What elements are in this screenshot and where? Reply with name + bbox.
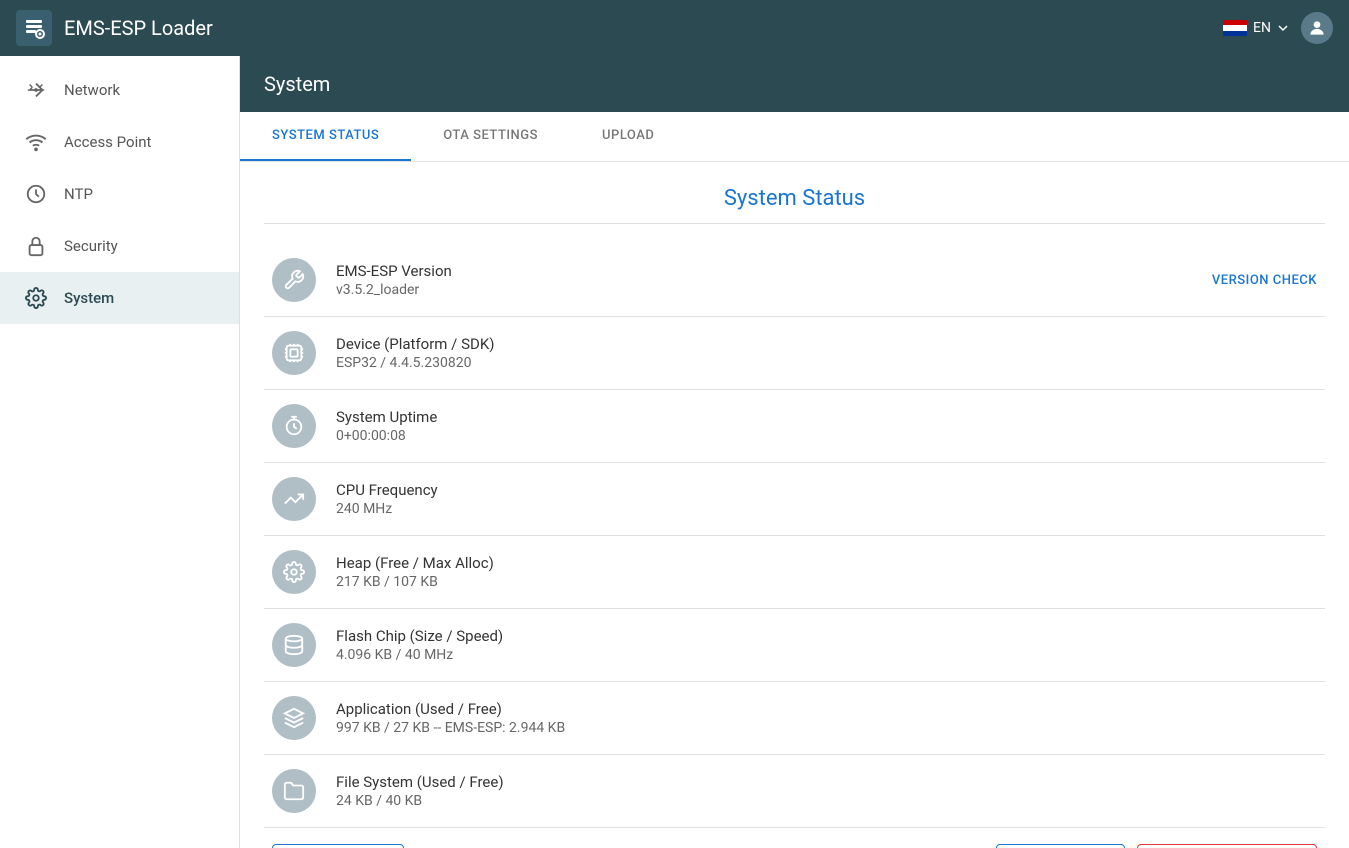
status-value-ems-esp-version: v3.5.2_loader [336, 282, 1192, 298]
footer-bar: REFRESH RESTART [264, 828, 1325, 848]
sidebar-item-access-point[interactable]: Access Point [0, 116, 239, 168]
status-info-ems-esp-version: EMS-ESP Version v3.5.2_loader [336, 262, 1192, 298]
lock-icon [24, 234, 48, 258]
gear-icon [24, 286, 48, 310]
sidebar: Network Access Point NTP [0, 56, 240, 848]
status-value-cpu-freq: 240 MHz [336, 501, 1317, 517]
sidebar-label-access-point: Access Point [64, 133, 151, 151]
tab-system-status[interactable]: SYSTEM STATUS [240, 112, 411, 161]
app-logo [16, 10, 52, 46]
status-item-ems-esp-version: EMS-ESP Version v3.5.2_loader VERSION CH… [264, 244, 1325, 317]
status-value-application: 997 KB / 27 KB -- EMS-ESP: 2.944 KB [336, 720, 1317, 736]
storage-icon [272, 623, 316, 667]
status-label-uptime: System Uptime [336, 408, 1317, 426]
status-info-heap: Heap (Free / Max Alloc) 217 KB / 107 KB [336, 554, 1317, 590]
header-left: EMS-ESP Loader [16, 10, 213, 46]
wifi-icon [24, 130, 48, 154]
chevron-down-icon [1277, 22, 1289, 34]
main-content: System SYSTEM STATUS OTA SETTINGS UPLOAD… [240, 56, 1349, 848]
app-title: EMS-ESP Loader [64, 16, 213, 40]
status-info-uptime: System Uptime 0+00:00:08 [336, 408, 1317, 444]
status-info-device: Device (Platform / SDK) ESP32 / 4.4.5.23… [336, 335, 1317, 371]
status-label-application: Application (Used / Free) [336, 700, 1317, 718]
status-value-device: ESP32 / 4.4.5.230820 [336, 355, 1317, 371]
refresh-button[interactable]: REFRESH [272, 844, 404, 848]
status-value-heap: 217 KB / 107 KB [336, 574, 1317, 590]
status-label-flash: Flash Chip (Size / Speed) [336, 627, 1317, 645]
status-value-uptime: 0+00:00:08 [336, 428, 1317, 444]
version-check-button[interactable]: VERSION CHECK [1212, 273, 1317, 288]
content-area: System Status EMS-ESP Version v3.5.2_loa… [240, 162, 1349, 848]
status-info-flash: Flash Chip (Size / Speed) 4.096 KB / 40 … [336, 627, 1317, 663]
flag-icon [1223, 20, 1247, 36]
sidebar-label-ntp: NTP [64, 185, 93, 203]
status-label-ems-esp-version: EMS-ESP Version [336, 262, 1192, 280]
header-right: EN [1223, 12, 1333, 44]
tab-upload[interactable]: UPLOAD [570, 112, 686, 161]
restart-button[interactable]: RESTART [996, 844, 1125, 848]
settings-icon [272, 550, 316, 594]
sidebar-item-system[interactable]: System [0, 272, 239, 324]
sidebar-item-ntp[interactable]: NTP [0, 168, 239, 220]
status-label-heap: Heap (Free / Max Alloc) [336, 554, 1317, 572]
status-item-filesystem: File System (Used / Free) 24 KB / 40 KB [264, 755, 1325, 828]
status-value-flash: 4.096 KB / 40 MHz [336, 647, 1317, 663]
user-avatar[interactable] [1301, 12, 1333, 44]
language-selector[interactable]: EN [1223, 20, 1289, 36]
status-item-flash: Flash Chip (Size / Speed) 4.096 KB / 40 … [264, 609, 1325, 682]
status-info-application: Application (Used / Free) 997 KB / 27 KB… [336, 700, 1317, 736]
status-item-cpu-freq: CPU Frequency 240 MHz [264, 463, 1325, 536]
sidebar-label-network: Network [64, 81, 120, 99]
lang-label: EN [1253, 20, 1271, 36]
status-item-heap: Heap (Free / Max Alloc) 217 KB / 107 KB [264, 536, 1325, 609]
main-layout: Network Access Point NTP [0, 56, 1349, 848]
status-label-device: Device (Platform / SDK) [336, 335, 1317, 353]
folder-icon [272, 769, 316, 813]
clock-icon [24, 182, 48, 206]
sidebar-item-security[interactable]: Security [0, 220, 239, 272]
page-title: System [264, 72, 330, 96]
network-icon [24, 78, 48, 102]
status-info-cpu-freq: CPU Frequency 240 MHz [336, 481, 1317, 517]
status-label-cpu-freq: CPU Frequency [336, 481, 1317, 499]
sidebar-item-network[interactable]: Network [0, 64, 239, 116]
trending-up-icon [272, 477, 316, 521]
section-title: System Status [264, 186, 1325, 224]
status-item-application: Application (Used / Free) 997 KB / 27 KB… [264, 682, 1325, 755]
tab-ota-settings[interactable]: OTA SETTINGS [411, 112, 570, 161]
chip-icon [272, 331, 316, 375]
status-label-filesystem: File System (Used / Free) [336, 773, 1317, 791]
status-item-device: Device (Platform / SDK) ESP32 / 4.4.5.23… [264, 317, 1325, 390]
wrench-icon [272, 258, 316, 302]
status-item-uptime: System Uptime 0+00:00:08 [264, 390, 1325, 463]
sidebar-label-system: System [64, 289, 114, 307]
sidebar-label-security: Security [64, 237, 118, 255]
layers-icon [272, 696, 316, 740]
footer-right-buttons: RESTART FACTORY RESET [996, 844, 1317, 848]
status-info-filesystem: File System (Used / Free) 24 KB / 40 KB [336, 773, 1317, 809]
factory-reset-button[interactable]: FACTORY RESET [1137, 844, 1317, 848]
page-header: System [240, 56, 1349, 112]
status-value-filesystem: 24 KB / 40 KB [336, 793, 1317, 809]
timer-icon [272, 404, 316, 448]
tabs-bar: SYSTEM STATUS OTA SETTINGS UPLOAD [240, 112, 1349, 162]
app-header: EMS-ESP Loader EN [0, 0, 1349, 56]
